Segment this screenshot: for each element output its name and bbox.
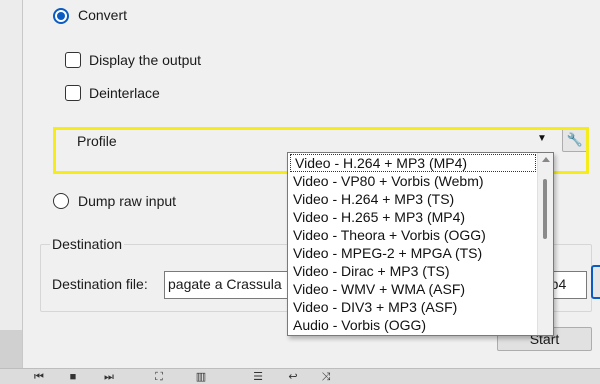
fullscreen-icon[interactable]: ⛶ <box>150 371 168 383</box>
display-output-label: Display the output <box>89 52 202 68</box>
destination-group-label: Destination <box>50 236 125 252</box>
loop-icon[interactable]: ↩ <box>282 371 304 383</box>
dump-raw-radio[interactable] <box>53 193 69 209</box>
profile-option[interactable]: Video - H.264 + MP3 (MP4) <box>290 154 536 172</box>
deinterlace-label: Deinterlace <box>89 85 160 101</box>
profile-option[interactable]: Video - Dirac + MP3 (TS) <box>288 262 536 280</box>
convert-radio[interactable] <box>53 8 69 24</box>
equalizer-icon[interactable]: ▥ <box>190 371 212 383</box>
scroll-thumb[interactable] <box>543 179 547 239</box>
profile-dropdown-list: Video - H.264 + MP3 (MP4) Video - VP80 +… <box>287 152 554 336</box>
profile-option[interactable]: Video - Theora + Vorbis (OGG) <box>288 226 536 244</box>
dump-raw-label: Dump raw input <box>78 193 177 209</box>
profile-option[interactable]: Video - H.264 + MP3 (TS) <box>288 190 536 208</box>
display-output-checkbox[interactable] <box>65 52 81 68</box>
profile-option[interactable]: Video - WMV + WMA (ASF) <box>288 280 536 298</box>
playlist-icon[interactable]: ☰ <box>248 371 268 383</box>
profile-option[interactable]: Video - DIV3 + MP3 (ASF) <box>288 298 536 316</box>
scroll-up-icon[interactable] <box>542 157 550 162</box>
shuffle-icon[interactable]: ⤨ <box>316 371 336 383</box>
destination-file-input[interactable]: pagate a Crassula <box>164 271 290 299</box>
browse-button[interactable] <box>591 265 600 299</box>
skip-back-icon[interactable]: ⏮ <box>28 371 50 383</box>
skip-forward-icon[interactable]: ⏭ <box>98 371 120 383</box>
profile-option[interactable]: Audio - Vorbis (OGG) <box>288 316 536 334</box>
profile-option[interactable]: Video - VP80 + Vorbis (Webm) <box>288 172 536 190</box>
background-window <box>0 0 22 330</box>
stop-icon[interactable]: ■ <box>64 371 82 383</box>
dropdown-scrollbar[interactable] <box>537 153 553 335</box>
media-control-bar: ⏮ ■ ⏭ ⛶ ▥ ☰ ↩ ⤨ <box>0 368 600 384</box>
profile-option[interactable]: Video - H.265 + MP3 (MP4) <box>288 208 536 226</box>
deinterlace-checkbox[interactable] <box>65 85 81 101</box>
destination-file-value: pagate a Crassula <box>168 276 282 292</box>
profile-option[interactable]: Video - MPEG-2 + MPGA (TS) <box>288 244 536 262</box>
convert-label: Convert <box>78 7 128 23</box>
destination-file-label: Destination file: <box>52 276 148 292</box>
